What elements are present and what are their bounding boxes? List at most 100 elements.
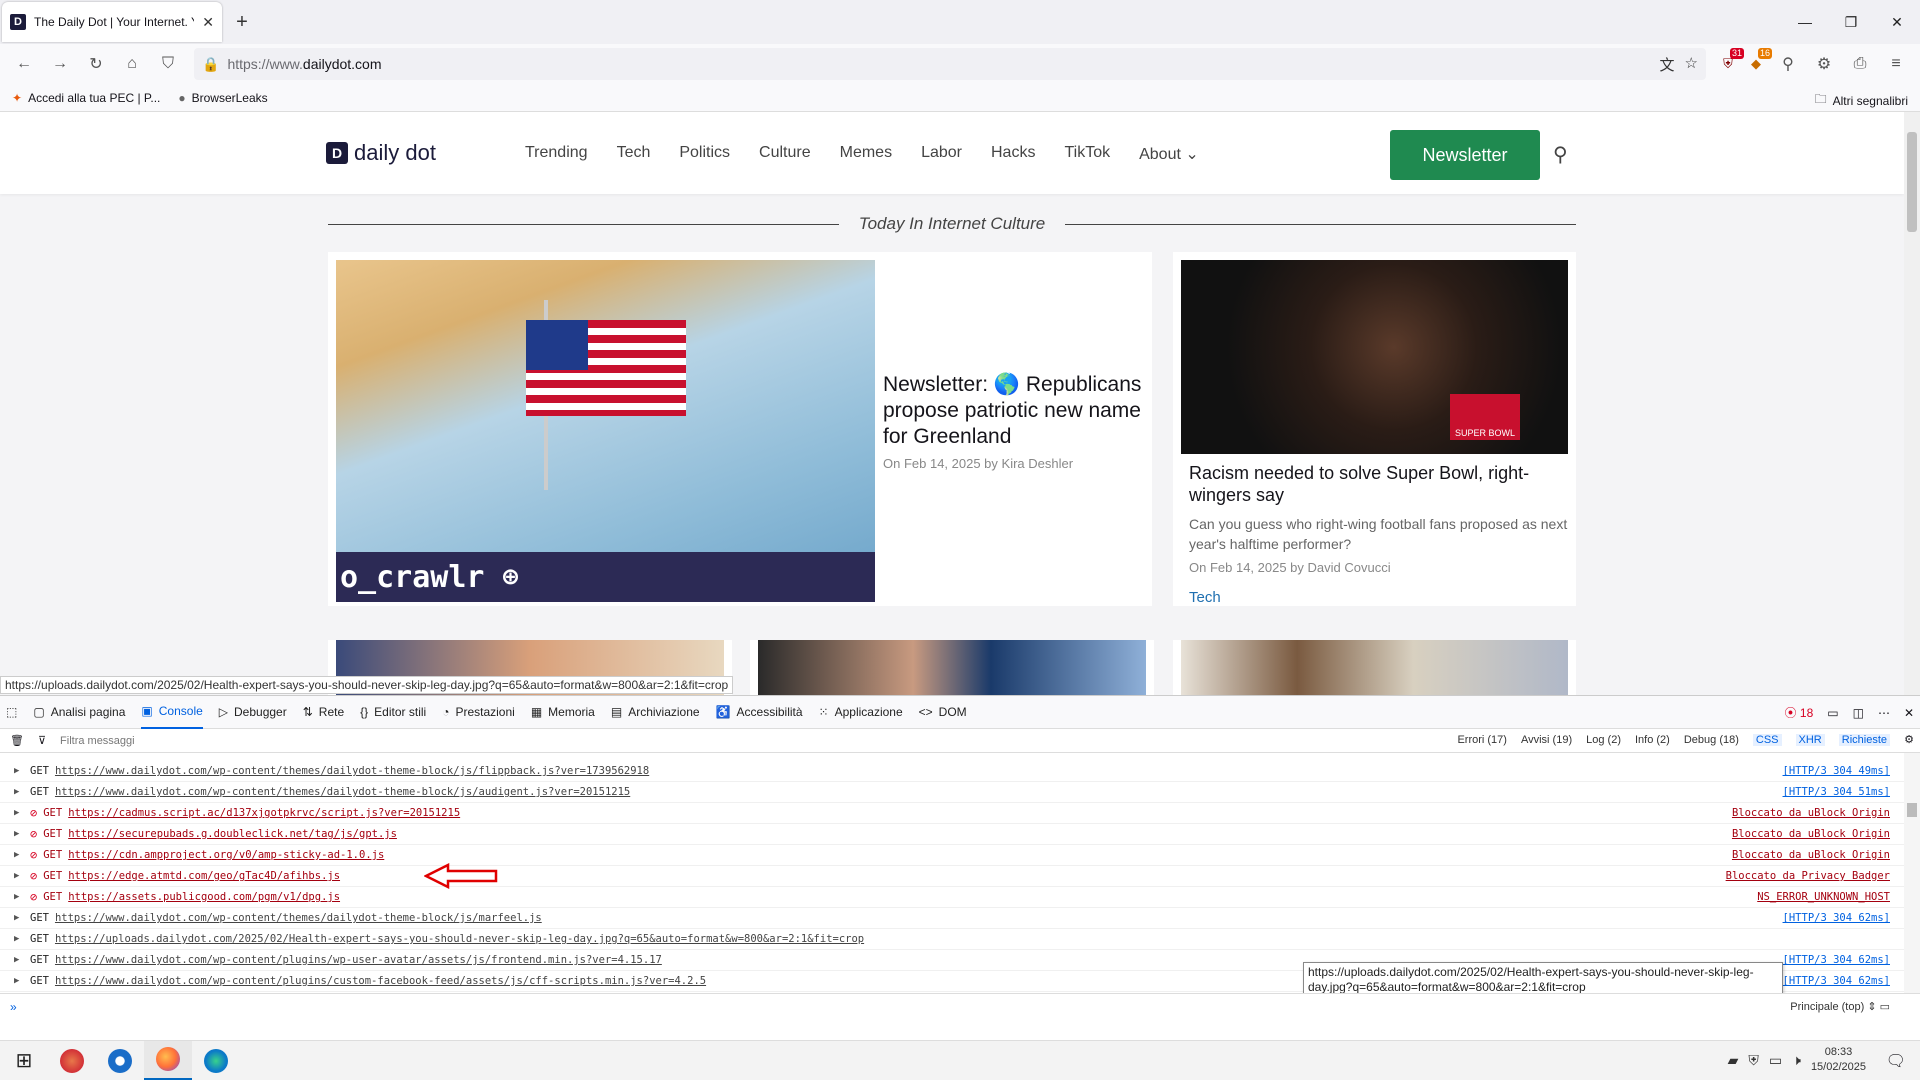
page-scrollbar[interactable] — [1904, 112, 1920, 695]
filter-logs[interactable]: Log (2) — [1586, 734, 1621, 746]
site-logo[interactable]: Ddaily dot — [326, 140, 436, 166]
console-row-blocked[interactable]: ▶ ⊘ GET https://edge.atmtd.com/geo/gTac4D/a… — [0, 866, 1904, 887]
taskbar-app-2[interactable] — [96, 1041, 144, 1080]
menu-item-memes[interactable]: Memes — [840, 144, 892, 164]
reload-button[interactable]: ↻ — [80, 48, 112, 80]
console-row-blocked[interactable]: ▶ ⊘ GET https://securepubads.g.doubleclick.… — [0, 824, 1904, 845]
context-selector[interactable]: Principale (top) ⇕ ▭ — [1790, 1000, 1890, 1013]
tab-performance[interactable]: ◔ Prestazioni — [442, 695, 515, 729]
request-result[interactable]: [HTTP/3 304 62ms] — [1783, 954, 1890, 966]
clock[interactable]: 08:33 15/02/2025 — [1811, 1045, 1866, 1075]
request-url[interactable]: https://uploads.dailydot.com/2025/02/Hea… — [55, 933, 864, 945]
filter-css[interactable]: CSS — [1752, 734, 1782, 746]
filter-xhr[interactable]: XHR — [1795, 734, 1825, 746]
request-result[interactable]: Bloccato da Privacy Badger — [1726, 870, 1890, 882]
request-result[interactable]: Bloccato da uBlock Origin — [1732, 849, 1890, 861]
request-url[interactable]: https://www.dailydot.com/wp-content/them… — [55, 765, 649, 777]
tab-storage[interactable]: ▤ Archiviazione — [611, 695, 700, 729]
other-bookmarks[interactable]: 🗀 Altri segnalibri — [1815, 90, 1908, 111]
menu-item-about[interactable]: About ⌄ — [1139, 144, 1199, 164]
tab-debugger[interactable]: ▷ Debugger — [219, 695, 287, 729]
request-url[interactable]: https://www.dailydot.com/wp-content/plug… — [55, 975, 706, 987]
console-row-blocked[interactable]: ▶ ⊘ GET https://assets.publicgood.com/pgm/v… — [0, 887, 1904, 908]
article-card-row2-2[interactable] — [750, 640, 1154, 695]
home-button[interactable]: ⌂ — [116, 48, 148, 80]
menu-item-culture[interactable]: Culture — [759, 144, 811, 164]
article-image-greenland[interactable]: o_crawlr ⊕ — [336, 260, 875, 602]
tab-network[interactable]: ⇅ Rete — [303, 695, 344, 729]
close-window-button[interactable]: ✕ — [1874, 0, 1920, 44]
error-count-badge[interactable]: ⦿ 18 — [1785, 704, 1814, 721]
browser-tab[interactable]: D The Daily Dot | Your Internet. Yo ✕ — [2, 2, 222, 42]
app-menu-icon[interactable]: ≡ — [1880, 48, 1912, 80]
forward-button[interactable]: → — [44, 48, 76, 80]
maximize-button[interactable]: ❐ — [1828, 0, 1874, 44]
article-image-superbowl[interactable]: SUPER BOWL — [1181, 260, 1568, 454]
split-console-icon[interactable]: ▭ — [1827, 706, 1838, 720]
dock-side-icon[interactable]: ◫ — [1853, 706, 1864, 720]
new-tab-button[interactable]: + — [222, 2, 262, 42]
expand-arrow-icon[interactable]: ▶ — [14, 766, 24, 776]
request-url[interactable]: https://www.dailydot.com/wp-content/them… — [55, 912, 542, 924]
request-url[interactable]: https://www.dailydot.com/wp-content/them… — [55, 786, 630, 798]
request-url[interactable]: https://www.dailydot.com/wp-content/plug… — [55, 954, 662, 966]
taskbar-app-1[interactable] — [48, 1041, 96, 1080]
print-icon[interactable]: ⎙ — [1844, 48, 1876, 80]
expand-arrow-icon[interactable]: ▶ — [14, 934, 24, 944]
console-row[interactable]: ▶ GET https://uploads.dailydot.com/2025/02… — [0, 929, 1904, 950]
menu-item-trending[interactable]: Trending — [525, 144, 588, 164]
filter-errors[interactable]: Errori (17) — [1457, 734, 1507, 746]
ublock-extension-icon[interactable]: ⛨ 31 — [1716, 48, 1744, 76]
request-result[interactable]: [HTTP/3 304 49ms] — [1783, 765, 1890, 777]
expand-arrow-icon[interactable]: ▶ — [14, 976, 24, 986]
bookmark-pec[interactable]: ✦ Accedi alla tua PEC | P... — [12, 91, 160, 105]
filter-debug[interactable]: Debug (18) — [1684, 734, 1739, 746]
element-picker-icon[interactable]: ⬚ — [6, 695, 17, 729]
url-bar[interactable]: 🔒 https://www.dailydot.com 文 ☆ — [194, 48, 1706, 80]
request-result[interactable]: [HTTP/3 304 62ms] — [1783, 975, 1890, 987]
article-title[interactable]: Newsletter: 🌎 Republicans propose patrio… — [883, 372, 1143, 450]
network-icon[interactable]: ▭ — [1769, 1052, 1782, 1069]
console-settings-icon[interactable]: ⚙ — [1904, 733, 1914, 746]
extensions-icon[interactable]: ⚲ — [1772, 48, 1804, 80]
menu-item-hacks[interactable]: Hacks — [991, 144, 1035, 164]
request-url[interactable]: https://assets.publicgood.com/pgm/v1/dpg… — [68, 891, 340, 903]
console-row[interactable]: ▶ GET https://www.dailydot.com/wp-content/… — [0, 782, 1904, 803]
article-card-greenland[interactable]: o_crawlr ⊕ Newsletter: 🌎 Republicans pro… — [328, 252, 1152, 606]
console-row-blocked[interactable]: ▶ ⊘ GET https://cadmus.script.ac/d137xjgotp… — [0, 803, 1904, 824]
expand-arrow-icon[interactable]: ▶ — [14, 787, 24, 797]
expand-arrow-icon[interactable]: ▶ — [14, 850, 24, 860]
translate-icon[interactable]: 文 — [1660, 54, 1675, 75]
console-row[interactable]: ▶ GET https://www.dailydot.com/wp-content/… — [0, 908, 1904, 929]
close-tab-icon[interactable]: ✕ — [202, 14, 214, 31]
menu-item-tech[interactable]: Tech — [617, 144, 651, 164]
request-result[interactable]: Bloccato da uBlock Origin — [1732, 807, 1890, 819]
trash-icon[interactable]: 🗑 — [10, 734, 24, 747]
minimize-button[interactable]: — — [1782, 0, 1828, 44]
article-card-superbowl[interactable]: SUPER BOWL Racism needed to solve Super … — [1173, 252, 1576, 606]
expand-arrow-icon[interactable]: ▶ — [14, 955, 24, 965]
request-result[interactable]: [HTTP/3 304 51ms] — [1783, 786, 1890, 798]
article-title[interactable]: Racism needed to solve Super Bowl, right… — [1189, 462, 1569, 506]
tab-dom[interactable]: <> DOM — [919, 695, 967, 729]
menu-item-politics[interactable]: Politics — [679, 144, 730, 164]
bookmark-star-icon[interactable]: ☆ — [1685, 54, 1698, 75]
console-row-blocked[interactable]: ▶ ⊘ GET https://cdn.ampproject.org/v0/amp-s… — [0, 845, 1904, 866]
request-result[interactable]: NS_ERROR_UNKNOWN_HOST — [1757, 891, 1890, 903]
request-url[interactable]: https://edge.atmtd.com/geo/gTac4D/afihbs… — [68, 870, 340, 882]
console-input[interactable]: » Principale (top) ⇕ ▭ — [0, 993, 1920, 1019]
settings-gear-icon[interactable]: ⚙ — [1808, 48, 1840, 80]
request-result[interactable]: Bloccato da uBlock Origin — [1732, 828, 1890, 840]
bookmark-browserleaks[interactable]: ● BrowserLeaks — [178, 91, 267, 105]
expand-arrow-icon[interactable]: ▶ — [14, 829, 24, 839]
expand-arrow-icon[interactable]: ▶ — [14, 913, 24, 923]
filter-warnings[interactable]: Avvisi (19) — [1521, 734, 1572, 746]
menu-item-tiktok[interactable]: TikTok — [1064, 144, 1110, 164]
console-scrollbar[interactable] — [1904, 753, 1920, 993]
url-text[interactable]: https://www.dailydot.com — [227, 56, 381, 72]
volume-muted-icon[interactable]: 🕨 — [1792, 1052, 1801, 1069]
request-url[interactable]: https://cdn.ampproject.org/v0/amp-sticky… — [68, 849, 384, 861]
tray-shield-icon[interactable]: ⛨ — [1748, 1052, 1759, 1069]
tab-application[interactable]: ⁙ Applicazione — [819, 695, 903, 729]
console-row[interactable]: ▶ GET https://www.dailydot.com/wp-content/… — [0, 761, 1904, 782]
